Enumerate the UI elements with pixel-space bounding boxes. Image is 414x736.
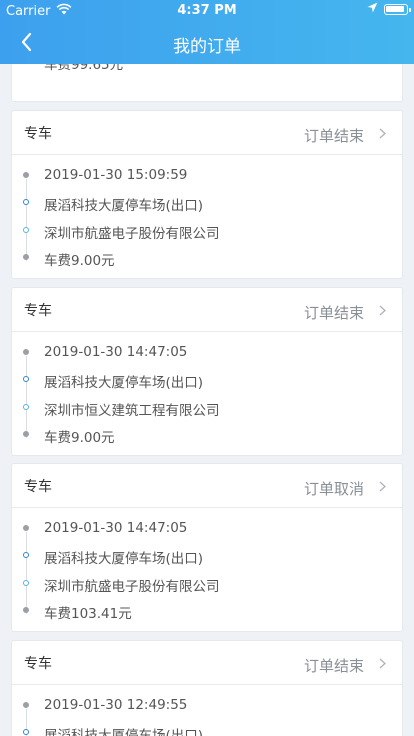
fare-row: 车费9.00元 — [12, 248, 402, 269]
fare-text: 车费9.00元 — [44, 253, 115, 269]
order-card-header[interactable]: 专车 订单结束 — [12, 111, 402, 155]
fare-dot — [23, 254, 29, 260]
fare-text: 车费99.65元 — [44, 64, 124, 73]
order-card[interactable]: 专车 订单取消 2019-01-30 14:47:05 展滔科技大厦停车场(出口… — [12, 464, 402, 631]
start-row: 展滔科技大厦停车场(出口) — [12, 546, 402, 567]
order-card-header[interactable]: 专车 订单结束 — [12, 288, 402, 332]
battery-icon — [384, 4, 411, 15]
chevron-right-icon — [379, 658, 386, 669]
order-time: 2019-01-30 15:09:59 — [44, 167, 188, 183]
fare-dot — [23, 607, 29, 613]
time-dot — [23, 525, 29, 531]
time-dot — [23, 349, 29, 355]
order-status: 订单结束 — [303, 657, 364, 675]
order-card[interactable]: 专车 订单结束 2019-01-30 15:09:59 展滔科技大厦停车场(出口… — [12, 111, 402, 278]
order-type: 专车 — [24, 303, 52, 319]
order-card[interactable]: 专车 订单结束 2019-01-30 14:47:05 展滔科技大厦停车场(出口… — [12, 288, 402, 455]
order-list[interactable]: 车费99.65元 专车 订单结束 2019-01-30 15:09:59 展滔科… — [0, 64, 414, 736]
start-row: 展滔科技大厦停车场(出口) — [12, 723, 402, 736]
time-row: 2019-01-30 12:49:55 — [12, 696, 402, 716]
order-card-header[interactable]: 专车 订单取消 — [12, 464, 402, 508]
end-dot — [23, 227, 29, 233]
status-time: 4:37 PM — [177, 3, 237, 18]
order-card[interactable]: 车费99.65元 — [12, 64, 402, 101]
chevron-right-icon — [379, 128, 386, 139]
start-location: 展滔科技大厦停车场(出口) — [44, 375, 204, 391]
chevron-right-icon — [379, 305, 386, 316]
order-time: 2019-01-30 14:47:05 — [44, 344, 188, 360]
header: Carrier 4:37 PM 我的订单 — [0, 0, 414, 64]
fare-text: 车费103.41元 — [44, 606, 132, 622]
order-type: 专车 — [24, 656, 52, 672]
order-type: 专车 — [24, 126, 52, 142]
page-title: 我的订单 — [173, 37, 241, 57]
end-location: 深圳市恒义建筑工程有限公司 — [44, 403, 220, 419]
order-status: 订单结束 — [303, 127, 364, 145]
fare-row: 车费9.00元 — [12, 425, 402, 446]
start-location: 展滔科技大厦停车场(出口) — [44, 198, 204, 214]
end-location: 深圳市航盛电子股份有限公司 — [44, 226, 220, 242]
end-dot — [23, 404, 29, 410]
status-bar: Carrier 4:37 PM — [0, 0, 414, 20]
order-status: 订单结束 — [303, 304, 364, 322]
status-right — [367, 2, 411, 17]
nav-bar: 我的订单 — [0, 20, 414, 64]
time-row: 2019-01-30 14:47:05 — [12, 519, 402, 539]
order-status: 订单取消 — [303, 480, 364, 498]
location-arrow-icon — [367, 2, 378, 17]
chevron-right-icon — [379, 481, 386, 492]
end-row: 深圳市恒义建筑工程有限公司 — [12, 398, 402, 419]
order-time: 2019-01-30 14:47:05 — [44, 520, 188, 536]
start-location: 展滔科技大厦停车场(出口) — [44, 551, 204, 567]
start-dot — [23, 376, 29, 382]
start-row: 展滔科技大厦停车场(出口) — [12, 193, 402, 214]
start-row: 展滔科技大厦停车场(出口) — [12, 370, 402, 391]
time-row: 2019-01-30 14:47:05 — [12, 343, 402, 363]
start-dot — [23, 199, 29, 205]
time-dot — [23, 172, 29, 178]
fare-dot — [23, 431, 29, 437]
time-row: 2019-01-30 15:09:59 — [12, 166, 402, 186]
order-card[interactable]: 专车 订单结束 2019-01-30 12:49:55 展滔科技大厦停车场(出口… — [12, 641, 402, 736]
fare-row: 车费99.65元 — [12, 64, 402, 73]
end-dot — [23, 580, 29, 586]
end-row: 深圳市航盛电子股份有限公司 — [12, 221, 402, 242]
end-row: 深圳市航盛电子股份有限公司 — [12, 574, 402, 595]
start-dot — [23, 729, 29, 735]
start-dot — [23, 552, 29, 558]
order-card-header[interactable]: 专车 订单结束 — [12, 641, 402, 685]
start-location: 展滔科技大厦停车场(出口) — [44, 728, 204, 736]
fare-text: 车费9.00元 — [44, 430, 115, 446]
fare-row: 车费103.41元 — [12, 601, 402, 622]
end-location: 深圳市航盛电子股份有限公司 — [44, 579, 220, 595]
order-type: 专车 — [24, 479, 52, 495]
order-time: 2019-01-30 12:49:55 — [44, 697, 188, 713]
time-dot — [23, 702, 29, 708]
